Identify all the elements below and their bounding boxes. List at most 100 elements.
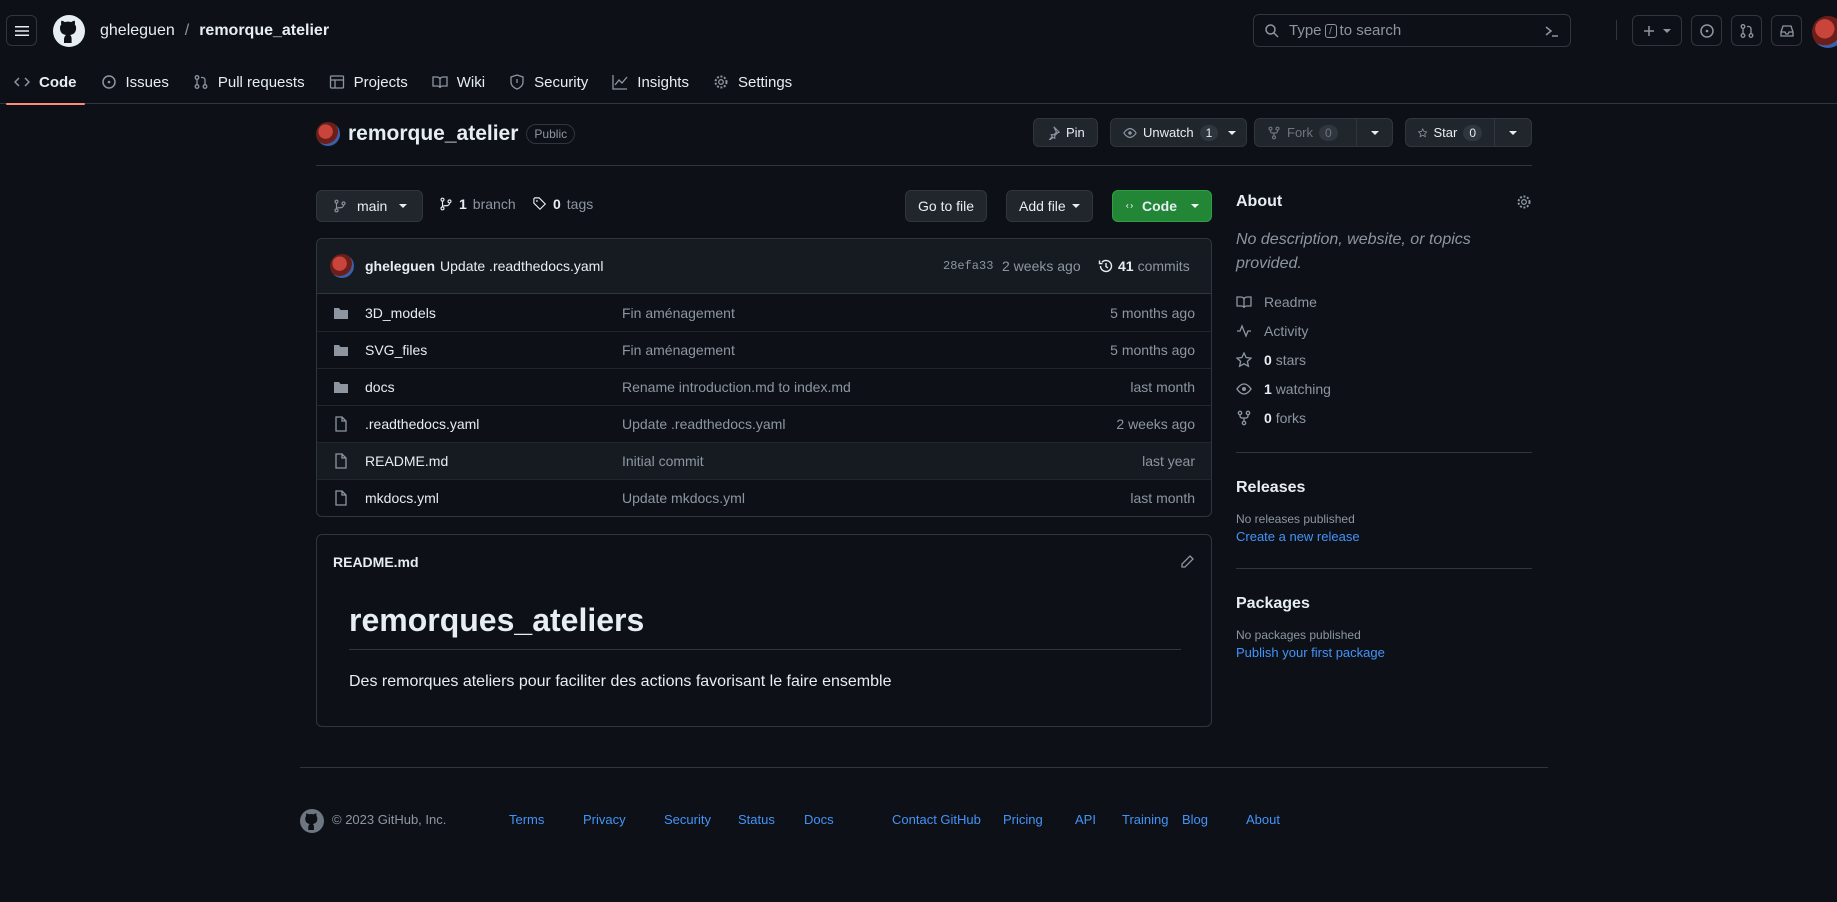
tab-settings[interactable]: Settings — [705, 61, 800, 104]
issue-icon — [101, 75, 116, 89]
stars-link[interactable]: 0 stars — [1236, 345, 1532, 374]
star-button[interactable]: Star 0 — [1405, 118, 1495, 147]
branches-link[interactable]: 1 branch — [439, 196, 516, 212]
watching-count: 1 — [1264, 380, 1272, 397]
tab-code[interactable]: Code — [6, 61, 85, 105]
forks-link[interactable]: 0 forks — [1236, 403, 1532, 432]
stars-count: 0 — [1264, 351, 1272, 368]
footer-link[interactable]: Contact GitHub — [892, 812, 981, 827]
footer-link[interactable]: Docs — [804, 812, 834, 827]
file-name[interactable]: .readthedocs.yaml — [365, 416, 479, 432]
go-to-file-button[interactable]: Go to file — [905, 190, 988, 222]
fork-button[interactable]: Fork 0 — [1254, 118, 1357, 147]
file-row[interactable]: README.md Initial commit last year — [317, 442, 1211, 479]
search-input[interactable]: Type / to search — [1253, 14, 1571, 47]
branch-count: 1 — [459, 196, 467, 212]
create-release-link[interactable]: Create a new release — [1236, 529, 1532, 544]
chevron-down-icon — [1370, 130, 1379, 135]
readme-link[interactable]: Readme — [1236, 287, 1532, 316]
gear-icon[interactable] — [1516, 194, 1532, 210]
repo-header: remorque_atelier Public Pin Unwatch 1 Fo… — [316, 115, 1532, 166]
commit-author-avatar[interactable] — [330, 254, 354, 278]
tab-security[interactable]: Security — [501, 61, 596, 104]
commit-author[interactable]: gheleguen — [365, 258, 435, 274]
file-commit-message[interactable]: Update mkdocs.yml — [622, 490, 745, 506]
activity-label: Activity — [1264, 322, 1309, 339]
file-name[interactable]: docs — [365, 379, 395, 395]
watching-link[interactable]: 1 watching — [1236, 374, 1532, 403]
issues-button[interactable] — [1691, 15, 1722, 46]
create-new-button[interactable] — [1632, 15, 1682, 46]
tab-issues[interactable]: Issues — [93, 61, 177, 104]
file-name[interactable]: README.md — [365, 453, 448, 469]
star-count: 0 — [1463, 124, 1482, 141]
github-logo-icon[interactable] — [300, 809, 324, 833]
file-row[interactable]: 3D_models Fin aménagement 5 months ago — [317, 294, 1211, 331]
commit-sha[interactable]: 28efa33 — [943, 259, 993, 273]
menu-button[interactable] — [6, 15, 37, 46]
footer-link[interactable]: API — [1075, 812, 1096, 827]
file-row[interactable]: docs Rename introduction.md to index.md la… — [317, 368, 1211, 405]
pin-button[interactable]: Pin — [1033, 118, 1098, 147]
file-commit-message[interactable]: Initial commit — [622, 453, 704, 469]
table-icon — [329, 75, 344, 89]
code-button[interactable]: Code — [1112, 190, 1212, 222]
fork-dropdown-button[interactable] — [1356, 118, 1393, 147]
pull-requests-button[interactable] — [1731, 15, 1762, 46]
user-avatar[interactable] — [1812, 16, 1837, 48]
footer-link[interactable]: Training — [1122, 812, 1168, 827]
tab-insights[interactable]: Insights — [604, 61, 697, 104]
publish-package-link[interactable]: Publish your first package — [1236, 645, 1532, 660]
header-divider — [1616, 20, 1617, 40]
file-commit-message[interactable]: Fin aménagement — [622, 342, 735, 358]
file-commit-message[interactable]: Update .readthedocs.yaml — [622, 416, 785, 432]
unwatch-button[interactable]: Unwatch 1 — [1110, 118, 1248, 147]
add-file-button[interactable]: Add file — [1006, 190, 1093, 222]
file-name[interactable]: SVG_files — [365, 342, 427, 358]
footer-link[interactable]: Pricing — [1003, 812, 1043, 827]
tab-wiki[interactable]: Wiki — [424, 61, 493, 104]
tab-projects[interactable]: Projects — [321, 61, 416, 104]
footer-link[interactable]: Blog — [1182, 812, 1208, 827]
pencil-icon[interactable] — [1179, 554, 1195, 570]
folder-icon — [333, 305, 349, 321]
tab-label: Issues — [125, 73, 169, 91]
file-row[interactable]: SVG_files Fin aménagement 5 months ago — [317, 331, 1211, 368]
file-row[interactable]: mkdocs.yml Update mkdocs.yml last month — [317, 479, 1211, 516]
releases-title[interactable]: Releases — [1236, 479, 1305, 496]
repo-link[interactable]: remorque_atelier — [199, 22, 329, 40]
footer-link[interactable]: Status — [738, 812, 775, 827]
owner-avatar[interactable] — [316, 122, 340, 146]
footer-link[interactable]: Privacy — [583, 812, 626, 827]
commit-message[interactable]: Update .readthedocs.yaml — [440, 258, 603, 274]
tab-pull-requests[interactable]: Pull requests — [185, 61, 313, 104]
activity-link[interactable]: Activity — [1236, 316, 1532, 345]
tags-link[interactable]: 0 tags — [533, 196, 593, 212]
command-palette-icon[interactable] — [1544, 23, 1560, 39]
forks-label: forks — [1275, 409, 1307, 426]
releases-empty: No releases published — [1236, 512, 1355, 526]
fork-count: 0 — [1319, 124, 1338, 141]
footer-link[interactable]: About — [1246, 812, 1280, 827]
tab-label: Wiki — [456, 73, 486, 91]
file-row[interactable]: .readthedocs.yaml Update .readthedocs.yam… — [317, 405, 1211, 442]
owner-link[interactable]: gheleguen — [100, 22, 175, 40]
file-list: gheleguen Update .readthedocs.yaml 28efa… — [316, 238, 1212, 517]
file-commit-message[interactable]: Fin aménagement — [622, 305, 735, 321]
footer-link[interactable]: Terms — [509, 812, 544, 827]
readme-filename[interactable]: README.md — [333, 554, 419, 570]
footer-link[interactable]: Security — [664, 812, 711, 827]
about-title: About — [1236, 193, 1283, 210]
branch-selector[interactable]: main — [316, 190, 423, 222]
github-logo-icon[interactable] — [53, 14, 85, 47]
star-dropdown-button[interactable] — [1494, 118, 1532, 147]
file-name[interactable]: 3D_models — [365, 305, 436, 321]
file-name[interactable]: mkdocs.yml — [365, 490, 439, 506]
packages-title[interactable]: Packages — [1236, 595, 1310, 612]
file-commit-message[interactable]: Rename introduction.md to index.md — [622, 379, 851, 395]
search-slash-key: / — [1324, 23, 1337, 38]
inbox-button[interactable] — [1771, 15, 1802, 46]
repo-name[interactable]: remorque_atelier — [348, 122, 518, 146]
breadcrumb-separator: / — [184, 21, 190, 39]
commits-link[interactable]: 41 commits — [1098, 258, 1190, 274]
